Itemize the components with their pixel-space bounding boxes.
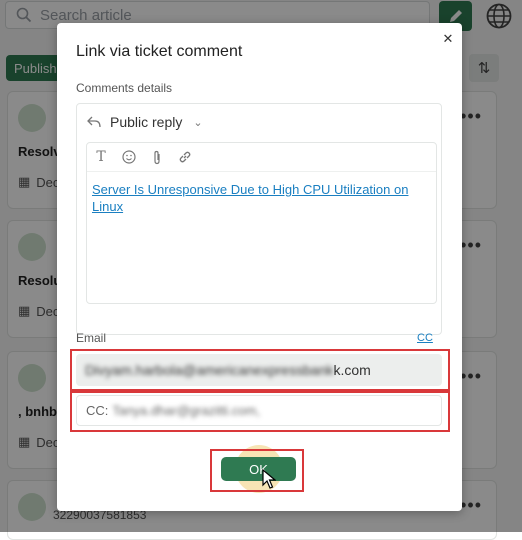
editor-divider [87, 171, 436, 172]
attachment-icon[interactable] [149, 149, 165, 165]
close-icon[interactable]: ✕ [441, 31, 455, 46]
chevron-down-icon: ⌄ [193, 116, 203, 129]
dialog-title: Link via ticket comment [76, 43, 243, 60]
comments-details-label: Comments details [76, 81, 173, 95]
editor-toolbar: T [93, 149, 193, 165]
link-comment-dialog: Link via ticket comment ✕ Comments detai… [57, 23, 462, 511]
cc-highlight-box [70, 391, 450, 432]
emoji-icon[interactable] [121, 149, 137, 165]
ok-highlight-box [210, 449, 304, 492]
email-highlight-box [70, 349, 450, 391]
email-label: Email [76, 331, 107, 345]
reply-type-dropdown[interactable]: Public reply ⌄ [87, 114, 203, 130]
mouse-cursor-icon [262, 469, 276, 489]
comment-editor[interactable]: T Server Is Unresponsive Due to High CPU… [86, 142, 437, 304]
link-icon[interactable] [177, 149, 193, 165]
reply-type-label: Public reply [110, 114, 183, 130]
reply-icon [87, 116, 101, 128]
text-format-icon[interactable]: T [93, 149, 109, 165]
cc-link[interactable]: CC [417, 332, 433, 344]
comment-box: Public reply ⌄ T Server Is Unresponsive … [76, 103, 442, 335]
article-link[interactable]: Server Is Unresponsive Due to High CPU U… [92, 181, 432, 215]
